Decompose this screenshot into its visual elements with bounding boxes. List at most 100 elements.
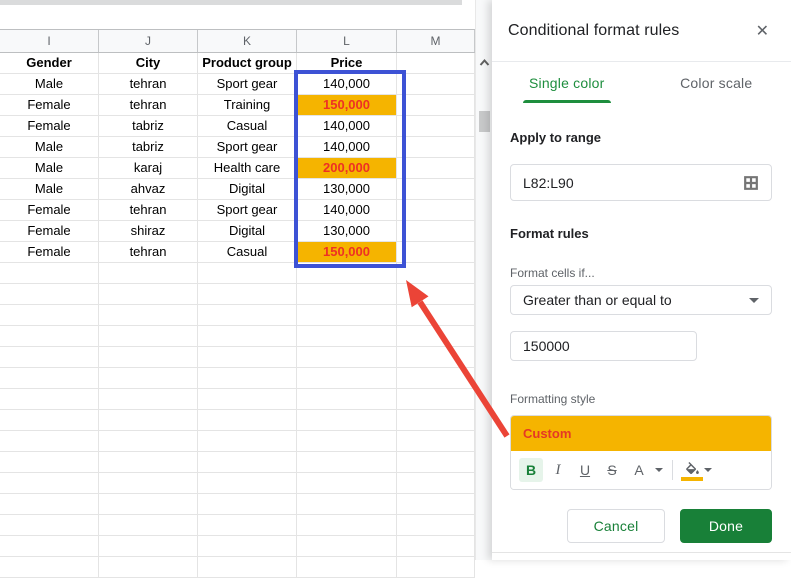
select-range-grid-icon[interactable] <box>743 175 759 191</box>
cell[interactable] <box>297 515 397 536</box>
cell[interactable] <box>397 347 475 368</box>
cell[interactable]: Sport gear <box>198 74 297 95</box>
cell[interactable] <box>198 431 297 452</box>
cell[interactable] <box>297 347 397 368</box>
fill-color-chevron-icon[interactable] <box>704 468 712 472</box>
cell[interactable] <box>99 389 198 410</box>
close-icon[interactable]: ✕ <box>754 19 771 43</box>
cell[interactable]: Female <box>0 95 99 116</box>
cell[interactable]: 140,000 <box>297 74 397 95</box>
cell[interactable] <box>297 326 397 347</box>
cell[interactable] <box>397 221 475 242</box>
column-header-K[interactable]: K <box>198 30 297 52</box>
cell[interactable] <box>0 452 99 473</box>
cell[interactable] <box>397 473 475 494</box>
cell[interactable]: tabriz <box>99 137 198 158</box>
cell[interactable]: City <box>99 53 198 74</box>
cell[interactable]: 140,000 <box>297 137 397 158</box>
cell[interactable]: tabriz <box>99 116 198 137</box>
cell[interactable] <box>397 536 475 557</box>
cell[interactable] <box>198 473 297 494</box>
cell[interactable]: tehran <box>99 74 198 95</box>
cell[interactable] <box>397 179 475 200</box>
cell[interactable] <box>0 494 99 515</box>
scroll-up-icon[interactable] <box>479 55 490 65</box>
cell[interactable] <box>397 158 475 179</box>
cell[interactable] <box>297 536 397 557</box>
cell[interactable] <box>0 347 99 368</box>
cell[interactable]: tehran <box>99 242 198 263</box>
cell[interactable]: Male <box>0 179 99 200</box>
cell[interactable] <box>99 431 198 452</box>
cell[interactable]: Male <box>0 158 99 179</box>
cell[interactable] <box>297 263 397 284</box>
fill-color-button[interactable] <box>681 458 703 482</box>
cell[interactable] <box>0 368 99 389</box>
cell[interactable] <box>397 557 475 578</box>
column-header-I[interactable]: I <box>0 30 99 52</box>
cell[interactable] <box>297 473 397 494</box>
cell[interactable] <box>99 536 198 557</box>
cell[interactable]: ahvaz <box>99 179 198 200</box>
cell[interactable] <box>99 284 198 305</box>
cell[interactable] <box>99 410 198 431</box>
cell[interactable] <box>397 431 475 452</box>
cell[interactable] <box>297 410 397 431</box>
column-header-J[interactable]: J <box>99 30 198 52</box>
cell[interactable] <box>198 557 297 578</box>
cell[interactable] <box>0 410 99 431</box>
cell[interactable]: Sport gear <box>198 200 297 221</box>
cell[interactable]: 150,000 <box>297 95 397 116</box>
cell[interactable]: Sport gear <box>198 137 297 158</box>
cell[interactable] <box>0 515 99 536</box>
cell[interactable] <box>99 305 198 326</box>
underline-button[interactable]: U <box>573 458 597 482</box>
cell[interactable]: shiraz <box>99 221 198 242</box>
cell[interactable] <box>0 473 99 494</box>
cell[interactable]: Female <box>0 242 99 263</box>
cell[interactable] <box>397 410 475 431</box>
cell[interactable]: 200,000 <box>297 158 397 179</box>
cell[interactable]: 130,000 <box>297 221 397 242</box>
tab-color-scale[interactable]: Color scale <box>642 62 791 103</box>
cell[interactable] <box>0 263 99 284</box>
condition-value-input[interactable]: 150000 <box>510 331 697 361</box>
tab-single-color[interactable]: Single color <box>492 62 642 103</box>
cell[interactable] <box>198 263 297 284</box>
cell[interactable]: Female <box>0 116 99 137</box>
cell[interactable] <box>397 116 475 137</box>
done-button[interactable]: Done <box>680 509 772 543</box>
cell[interactable]: 130,000 <box>297 179 397 200</box>
strikethrough-button[interactable]: S <box>600 458 624 482</box>
cell[interactable] <box>297 284 397 305</box>
cell[interactable] <box>99 452 198 473</box>
cell[interactable]: Health care <box>198 158 297 179</box>
cell[interactable] <box>99 473 198 494</box>
cell[interactable]: Casual <box>198 242 297 263</box>
cell[interactable] <box>397 284 475 305</box>
text-color-chevron-icon[interactable] <box>655 468 663 472</box>
cell[interactable] <box>198 305 297 326</box>
cell[interactable]: tehran <box>99 95 198 116</box>
cell[interactable] <box>297 305 397 326</box>
cell[interactable]: Training <box>198 95 297 116</box>
cell[interactable] <box>297 389 397 410</box>
cell[interactable] <box>198 368 297 389</box>
cell[interactable] <box>397 389 475 410</box>
cell[interactable]: Digital <box>198 179 297 200</box>
cell[interactable]: karaj <box>99 158 198 179</box>
cell[interactable] <box>198 347 297 368</box>
cell[interactable] <box>198 284 297 305</box>
cell[interactable] <box>198 494 297 515</box>
cell[interactable]: tehran <box>99 200 198 221</box>
cell[interactable] <box>397 305 475 326</box>
cell[interactable] <box>397 242 475 263</box>
cell[interactable]: 140,000 <box>297 200 397 221</box>
cell[interactable]: Male <box>0 137 99 158</box>
cell[interactable] <box>99 326 198 347</box>
cell[interactable]: Female <box>0 221 99 242</box>
cell[interactable] <box>0 284 99 305</box>
cell[interactable] <box>0 536 99 557</box>
cell[interactable] <box>0 326 99 347</box>
cancel-button[interactable]: Cancel <box>567 509 665 543</box>
